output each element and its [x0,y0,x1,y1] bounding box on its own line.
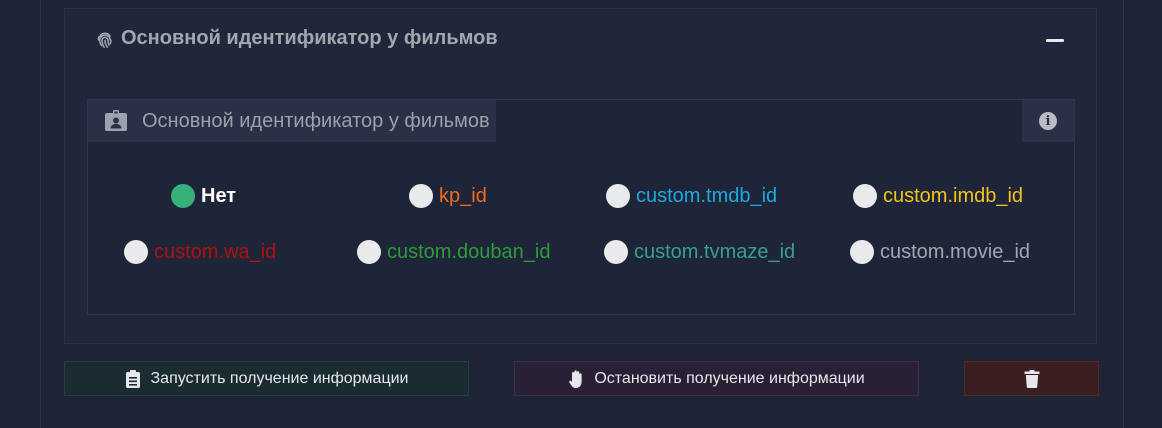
radio-option-wa-id[interactable]: custom.wa_id [124,240,276,264]
minus-icon[interactable] [1044,29,1066,51]
radio-label: kp_id [439,184,487,207]
radio-option-imdb-id[interactable]: custom.imdb_id [853,184,1023,208]
radio-option-douban-id[interactable]: custom.douban_id [357,240,550,264]
radio-dot[interactable] [409,184,433,208]
radio-dot[interactable] [853,184,877,208]
radio-label: custom.douban_id [387,240,551,263]
radio-label: Нет [201,184,237,207]
radio-dot[interactable] [604,240,628,264]
radio-dot[interactable] [357,240,381,264]
hand-stop-icon [569,369,582,388]
accordion-header[interactable]: Основной идентификатор у фильмов [95,27,498,50]
delete-button[interactable] [964,361,1099,396]
radio-option-tvmaze-id[interactable]: custom.tvmaze_id [604,240,795,264]
stop-fetch-label: Остановить получение информации [594,369,865,387]
radio-option-movie-id[interactable]: custom.movie_id [850,240,1030,264]
radio-option-none[interactable]: Нет [171,184,236,208]
clipboard-list-icon [125,369,140,388]
radio-dot[interactable] [850,240,874,264]
start-fetch-button[interactable]: Запустить получение информации [64,361,469,396]
radio-option-kp-id[interactable]: kp_id [409,184,487,208]
radio-label: custom.wa_id [154,240,277,263]
radio-label: custom.tvmaze_id [634,240,796,263]
radio-dot[interactable] [606,184,630,208]
radio-dot[interactable] [124,240,148,264]
movie-id-panel: Основной идентификатор у фильмов i Нет k… [87,99,1075,315]
stop-fetch-button[interactable]: Остановить получение информации [514,361,919,396]
trash-icon [1024,369,1039,388]
fingerprint-icon [97,32,112,48]
radio-label: custom.tmdb_id [636,184,778,207]
radio-option-tmdb-id[interactable]: custom.tmdb_id [606,184,777,208]
accordion-title: Основной идентификатор у фильмов [121,27,498,49]
radio-group: Нет kp_id custom.tmdb_id custom.imdb_id … [88,100,1074,314]
start-fetch-label: Запустить получение информации [150,369,409,387]
radio-label: custom.imdb_id [883,184,1024,207]
radio-label: custom.movie_id [880,240,1031,263]
radio-dot[interactable] [171,184,195,208]
